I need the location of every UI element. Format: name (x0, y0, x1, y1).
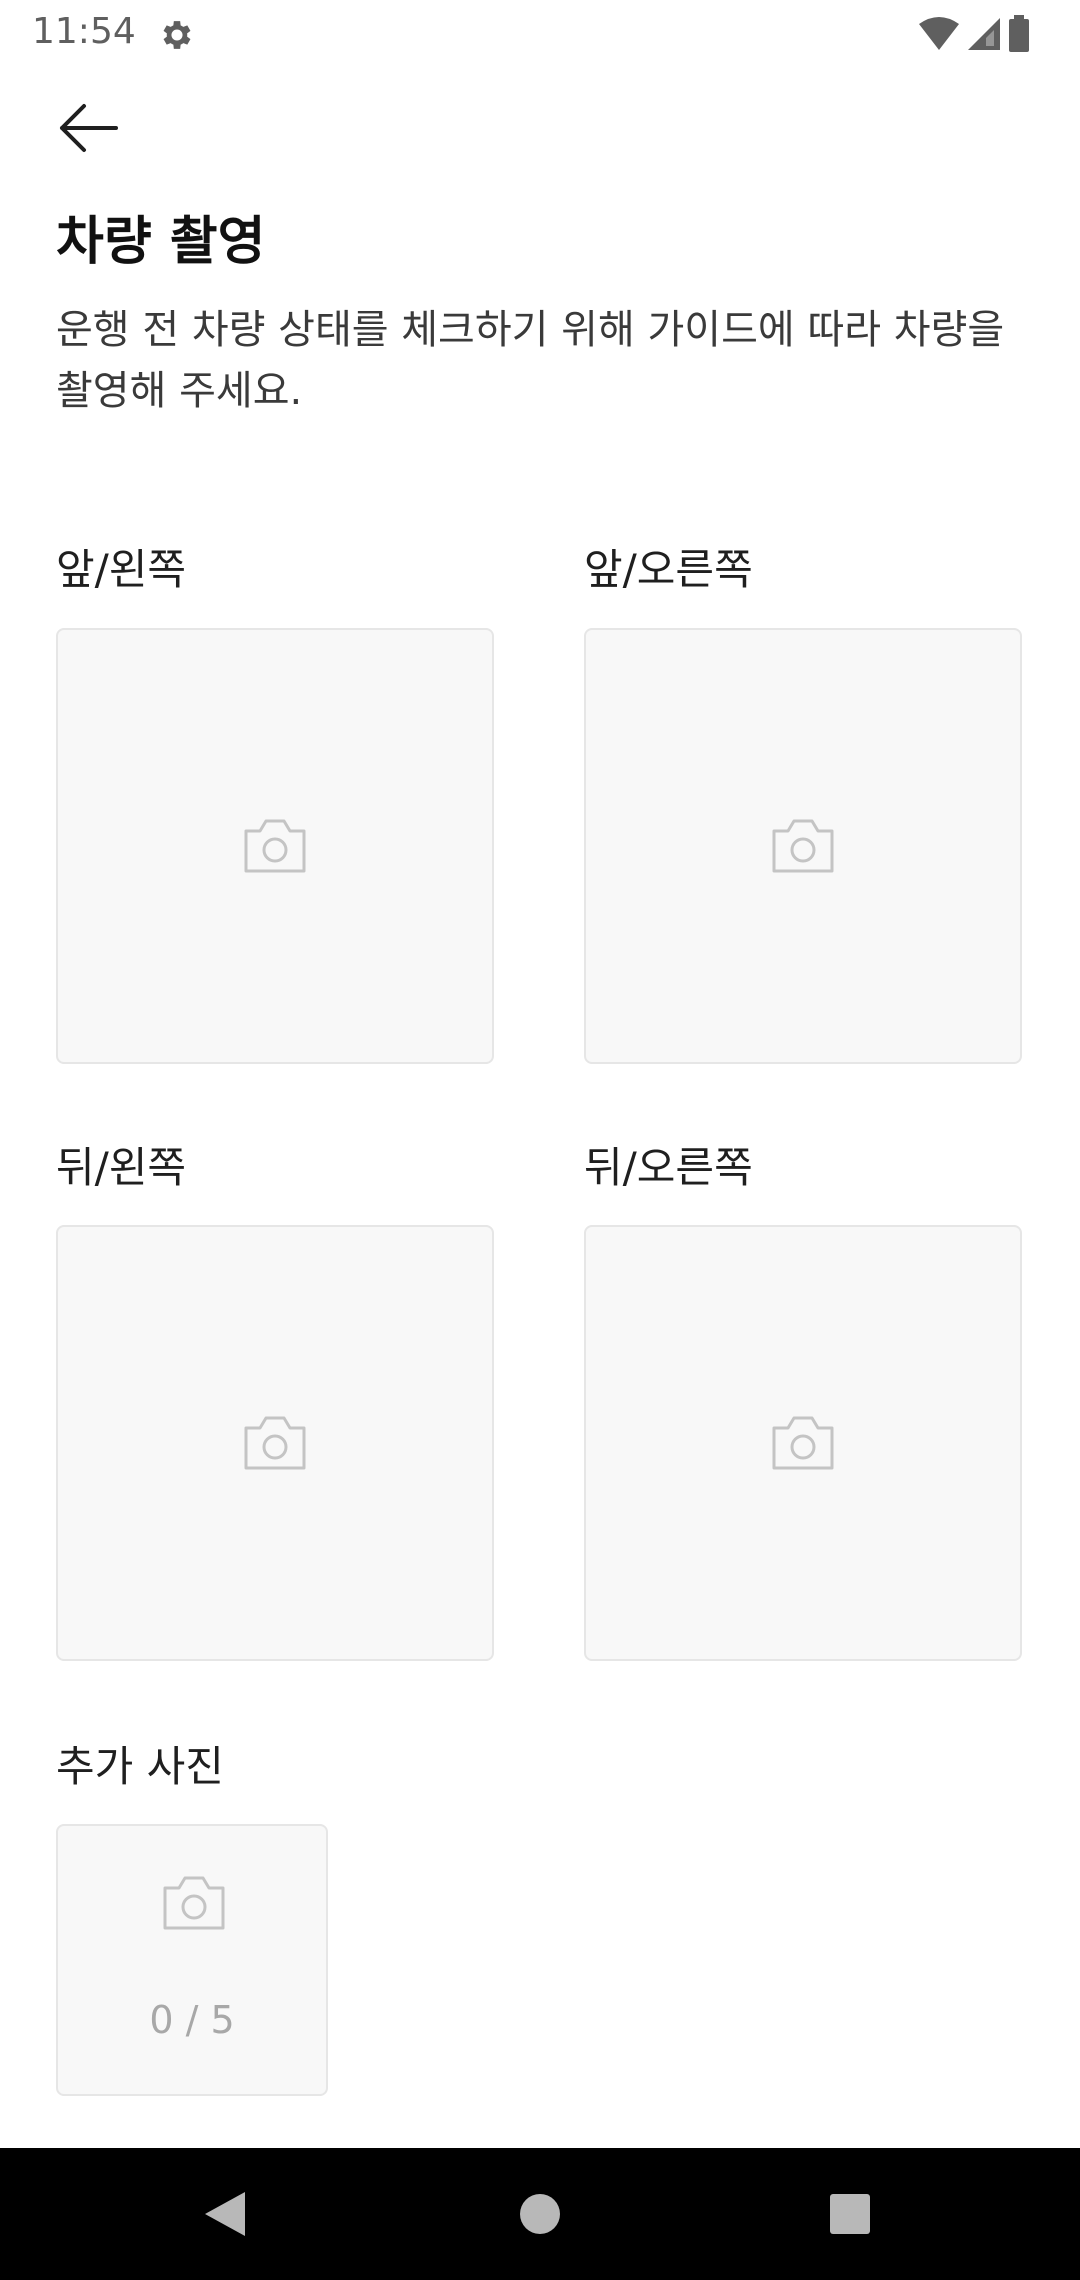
home-circle-icon (520, 2194, 560, 2234)
nav-back-button[interactable] (165, 2148, 285, 2280)
slot-label-rear-left: 뒤/왼쪽 (56, 1143, 187, 1192)
wifi-icon (919, 17, 959, 50)
signal-icon (968, 18, 1000, 50)
back-triangle-icon (205, 2192, 245, 2236)
extra-photos-count: 0 / 5 (149, 1998, 235, 2042)
camera-icon (163, 1876, 225, 1930)
slot-label-rear-right: 뒤/오른쪽 (584, 1143, 753, 1192)
status-time: 11:54 (32, 11, 136, 52)
status-bar: 11:54 (0, 0, 1080, 64)
photo-slot-rear-right[interactable] (584, 1225, 1022, 1661)
nav-home-button[interactable] (480, 2148, 600, 2280)
slot-label-front-left: 앞/왼쪽 (56, 545, 187, 594)
gear-icon (163, 21, 191, 49)
page-description: 운행 전 차량 상태를 체크하기 위해 가이드에 따라 차량을 촬영해 주세요. (56, 307, 1005, 414)
slot-label-front-right: 앞/오른쪽 (584, 545, 753, 594)
photo-slot-front-right[interactable] (584, 628, 1022, 1064)
navigation-bar (0, 2148, 1080, 2280)
camera-icon (772, 819, 834, 873)
camera-icon (244, 1416, 306, 1470)
recents-square-icon (830, 2194, 870, 2234)
battery-icon (1009, 15, 1029, 52)
status-icons (918, 14, 1030, 54)
back-button[interactable] (40, 88, 136, 168)
camera-icon (244, 819, 306, 873)
arrow-left-icon (60, 104, 118, 152)
page-title: 차량 촬영 (56, 212, 266, 272)
photo-slot-rear-left[interactable] (56, 1225, 494, 1661)
extra-photos-button[interactable]: 0 / 5 (56, 1824, 328, 2096)
photo-slot-front-left[interactable] (56, 628, 494, 1064)
nav-recents-button[interactable] (790, 2148, 910, 2280)
camera-icon (772, 1416, 834, 1470)
extra-photos-label: 추가 사진 (56, 1742, 224, 1791)
